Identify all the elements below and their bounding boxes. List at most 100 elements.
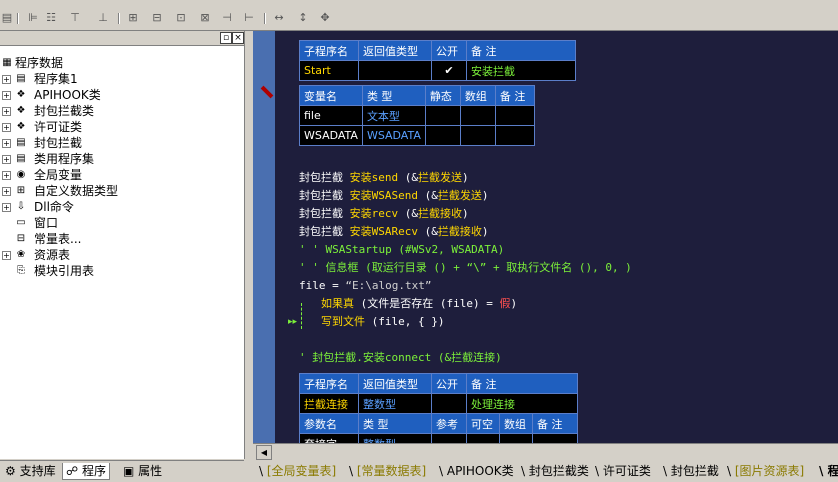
remark[interactable]: 安装拦截 — [466, 60, 576, 81]
class-icon: ❖ — [16, 105, 26, 116]
header-cell: 备 注 — [466, 373, 578, 394]
code-editor[interactable]: 子程序名 返回值类型 公开 备 注 Start ✔ 安装拦截 变量名 类 型 静… — [253, 31, 838, 443]
tab-program[interactable]: ☍ 程序 — [62, 463, 110, 480]
same-height-icon[interactable]: ⊠ — [198, 12, 212, 24]
horizontal-scrollbar[interactable]: ◀ — [253, 443, 838, 460]
code-line[interactable]: 封包拦截 安装WSARecv (&拦截接收) — [299, 223, 488, 241]
code-line[interactable]: ' ' WSAStartup (#WSv2, WSADATA) — [299, 241, 504, 259]
public-cell[interactable] — [431, 393, 467, 414]
expand-icon[interactable]: + — [2, 91, 11, 100]
resize-h-icon[interactable]: ↔ — [272, 12, 286, 24]
static-cell[interactable] — [424, 125, 461, 146]
tree-item[interactable]: + ⊞ 自定义数据类型 — [0, 183, 244, 199]
expand-icon[interactable]: + — [2, 251, 11, 260]
code-token: 拦截接收 — [418, 207, 462, 220]
code-line[interactable]: 如果真 (文件是否存在 (file) = 假) — [321, 295, 517, 313]
space-h-icon[interactable]: ⊞ — [126, 12, 140, 24]
header-cell: 备 注 — [494, 85, 535, 106]
tree-item[interactable]: + ⇩ Dll命令 — [0, 199, 244, 215]
scroll-left-icon[interactable]: ◀ — [256, 445, 272, 460]
tree-item[interactable]: + ❖ APIHOOK类 — [0, 87, 244, 103]
code-line[interactable]: file = “E:\alog.txt” — [299, 277, 431, 295]
expand-icon[interactable]: + — [2, 203, 11, 212]
expand-icon[interactable]: + — [2, 75, 11, 84]
align-center-icon[interactable]: ☷ — [44, 12, 58, 24]
expand-icon[interactable]: + — [2, 187, 11, 196]
subroutine-name[interactable]: Start — [299, 60, 359, 81]
move-icon[interactable]: ✥ — [318, 12, 332, 24]
tree-item[interactable]: ⎘ 模块引用表 — [0, 263, 244, 279]
document-tab[interactable]: \ [全局变量表] — [259, 463, 336, 479]
tree-item[interactable]: + ▤ 封包拦截 — [0, 135, 244, 151]
code-line[interactable]: ' ' 信息框 (取运行目录 () + “\” + 取执行文件名 (), 0, … — [299, 259, 632, 277]
document-tab[interactable]: \ 程 — [819, 463, 838, 479]
align-left-icon[interactable]: ⊫ — [26, 12, 40, 24]
tree-item[interactable]: + ▤ 类用程序集 — [0, 151, 244, 167]
expand-icon[interactable]: + — [2, 155, 11, 164]
array-cell[interactable] — [499, 433, 533, 443]
tree-item[interactable]: + ❖ 封包拦截类 — [0, 103, 244, 119]
code-line[interactable]: 写到文件 (file, { }) — [321, 313, 444, 331]
hspace-icon[interactable]: ⊣ — [220, 12, 234, 24]
subroutine-name[interactable]: 拦截连接 — [299, 393, 359, 414]
code-line[interactable]: ' 封包拦截.安装connect (&拦截连接) — [299, 349, 502, 367]
param-name[interactable]: 套接字 — [299, 433, 359, 443]
expand-icon[interactable]: + — [2, 107, 11, 116]
tree-item[interactable]: ▭ 窗口 — [0, 215, 244, 231]
toolbar-button[interactable]: ▤ — [0, 12, 14, 24]
array-cell[interactable] — [459, 105, 496, 126]
expand-icon[interactable]: + — [2, 171, 11, 180]
remark-cell[interactable] — [494, 125, 535, 146]
variable-type[interactable]: WSADATA — [361, 125, 426, 146]
document-tab[interactable]: \ 封包拦截类 — [521, 463, 589, 479]
close-icon[interactable]: × — [232, 32, 244, 44]
code-line[interactable]: 封包拦截 安装send (&拦截发送) — [299, 169, 469, 187]
align-top-icon[interactable]: ⊤ — [68, 12, 82, 24]
tab-support-lib[interactable]: ⚙ 支持库 — [2, 463, 59, 479]
tree-item[interactable]: ▦ 程序数据 — [0, 55, 244, 71]
static-cell[interactable] — [424, 105, 461, 126]
class-icon: ❖ — [16, 89, 26, 100]
code-token: 封包拦截 — [299, 189, 350, 202]
code-token: ) — [462, 171, 469, 184]
center-h-icon[interactable]: ⊟ — [150, 12, 164, 24]
nullable-cell[interactable] — [466, 433, 500, 443]
tab-properties[interactable]: ▣ 属性 — [120, 463, 165, 479]
code-token: 安装WSASend — [349, 189, 418, 202]
document-tab[interactable]: \ [图片资源表] — [727, 463, 804, 479]
tab-label: 封包拦截类 — [528, 464, 589, 478]
document-tab[interactable]: \ 许可证类 — [595, 463, 651, 479]
expand-icon[interactable]: + — [2, 139, 11, 148]
ref-cell[interactable] — [431, 433, 467, 443]
array-cell[interactable] — [459, 125, 496, 146]
tree-item[interactable]: ⊟ 常量表... — [0, 231, 244, 247]
code-line[interactable]: 封包拦截 安装WSASend (&拦截发送) — [299, 187, 488, 205]
code-line[interactable]: 封包拦截 安装recv (&拦截接收) — [299, 205, 469, 223]
resize-v-icon[interactable]: ↕ — [296, 12, 310, 24]
vspace-icon[interactable]: ⊢ — [242, 12, 256, 24]
document-tab[interactable]: \ [常量数据表] — [349, 463, 426, 479]
tree-item[interactable]: + ❀ 资源表 — [0, 247, 244, 263]
dll-icon: ⇩ — [16, 201, 26, 212]
return-type[interactable] — [358, 60, 432, 81]
tree-item[interactable]: + ◉ 全局变量 — [0, 167, 244, 183]
toolbar: ▤ ⊫ ☷ ⊤ ⊥ ⊞ ⊟ ⊡ ⊠ ⊣ ⊢ ↔ ↕ ✥ — [0, 0, 838, 31]
return-type[interactable]: 整数型 — [358, 393, 432, 414]
variable-name[interactable]: file — [299, 105, 363, 126]
variable-type[interactable]: 文本型 — [361, 105, 426, 126]
code-token: (& — [398, 171, 418, 184]
same-width-icon[interactable]: ⊡ — [174, 12, 188, 24]
expand-icon[interactable]: + — [2, 123, 11, 132]
param-type[interactable]: 整数型 — [358, 433, 432, 443]
remark-cell[interactable] — [532, 433, 578, 443]
document-tab[interactable]: \ APIHOOK类 — [439, 463, 514, 479]
public-check-icon[interactable]: ✔ — [431, 60, 467, 81]
tree-item[interactable]: + ▤ 程序集1 — [0, 71, 244, 87]
tree-item[interactable]: + ❖ 许可证类 — [0, 119, 244, 135]
restore-icon[interactable]: ▫ — [220, 32, 232, 44]
variable-name[interactable]: WSADATA — [299, 125, 363, 146]
document-tab[interactable]: \ 封包拦截 — [663, 463, 719, 479]
remark-cell[interactable] — [494, 105, 535, 126]
remark[interactable]: 处理连接 — [466, 393, 578, 414]
align-bottom-icon[interactable]: ⊥ — [96, 12, 110, 24]
